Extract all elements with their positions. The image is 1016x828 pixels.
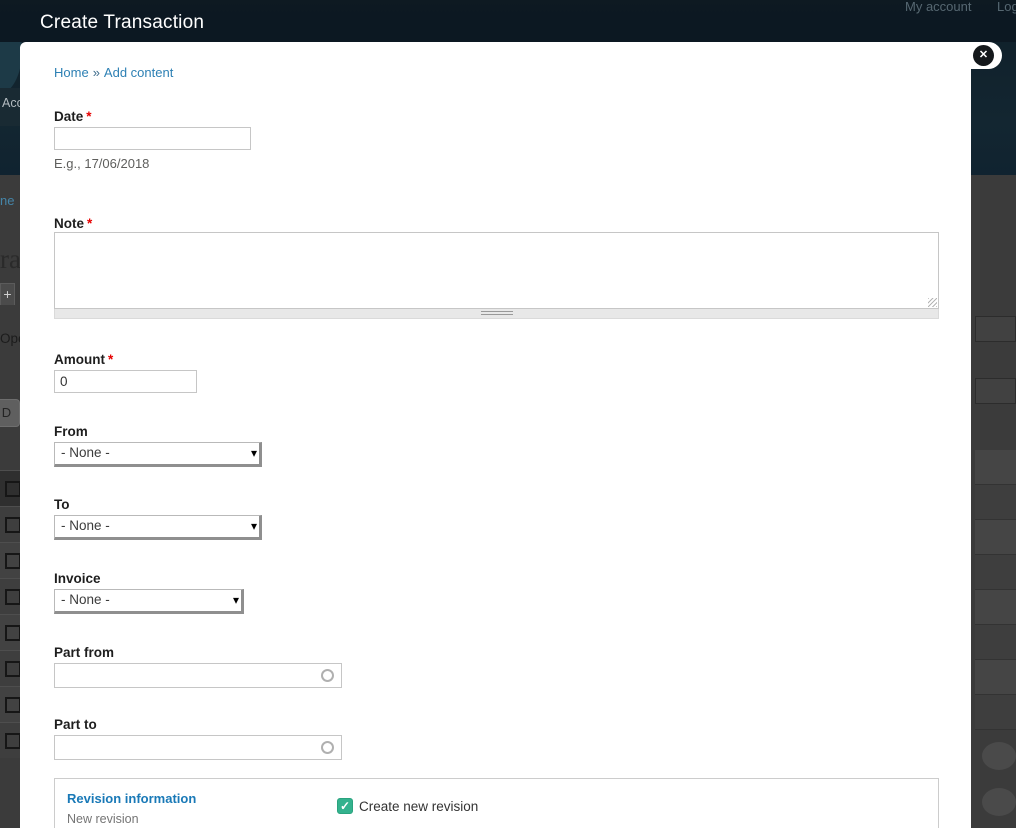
background-table-right [975,450,1016,730]
vertical-tab-revision-information[interactable]: Revision information New revision [67,790,196,826]
background-add-tab-fragment: + [0,283,15,305]
table-row [0,578,21,614]
autocomplete-throbber-icon [321,741,334,754]
background-button-fragment: D [0,399,20,427]
breadcrumb-add-content-link[interactable]: Add content [104,65,173,80]
table-row [0,722,21,758]
to-select[interactable]: - None - ▾ [54,515,262,540]
invoice-select-value: - None - [61,592,110,607]
log-out-link[interactable]: Log [997,0,1016,14]
table-row [0,650,21,686]
close-icon[interactable]: ✕ [973,45,994,66]
background-title-fragment: ra [0,244,21,274]
to-select-value: - None - [61,518,110,533]
breadcrumb-home-link[interactable]: Home [54,65,89,80]
required-marker: * [108,352,114,367]
create-transaction-modal: Home» Add content Date * E.g., 17/06/2018 … [20,42,971,828]
required-marker: * [87,216,93,231]
breadcrumb: Home» Add content [54,65,173,80]
note-textarea[interactable] [54,232,939,309]
invoice-select[interactable]: - None - ▾ [54,589,244,614]
chevron-down-icon: ▾ [232,593,239,607]
overlay-title-bar: My account Log Create Transaction [0,0,1016,42]
background-input-fragment [975,316,1016,342]
create-new-revision-checkbox[interactable]: ✓ [337,798,353,814]
table-row [975,625,1016,660]
table-row [0,686,21,722]
amount-input[interactable] [54,370,197,393]
create-new-revision-label[interactable]: Create new revision [359,799,478,814]
background-input-fragment [975,378,1016,404]
revision-tab-link[interactable]: Revision information [67,791,196,806]
chevron-down-icon: ▾ [250,446,257,460]
page-title: Create Transaction [40,12,205,33]
background-button-pill [982,788,1016,816]
part-from-field [54,663,342,688]
part-to-input[interactable] [55,736,323,759]
table-row [975,555,1016,590]
required-marker: * [86,109,92,124]
background-breadcrumb-fragment: ne [0,193,15,208]
part-from-label: Part from [54,645,115,660]
revision-tab-summary: New revision [67,812,139,826]
background-table-left [0,470,21,758]
from-label: From [54,424,88,439]
part-to-field [54,735,342,760]
modal-close-tab: ✕ [930,42,1002,69]
from-select[interactable]: - None - ▾ [54,442,262,467]
date-label: Date * [54,109,92,124]
table-row [975,450,1016,485]
revision-fieldset: Revision information New revision ✓ Crea… [54,778,939,828]
table-row [0,470,21,506]
textarea-grippie-handle[interactable] [54,309,939,319]
table-row [975,590,1016,625]
date-input[interactable] [54,127,251,150]
table-row [0,506,21,542]
invoice-label: Invoice [54,571,101,586]
note-label: Note * [54,216,93,231]
part-to-label: Part to [54,717,97,732]
to-label: To [54,497,70,512]
amount-label: Amount * [54,352,114,367]
part-from-input[interactable] [55,664,323,687]
date-format-hint: E.g., 17/06/2018 [54,156,150,171]
from-select-value: - None - [61,445,110,460]
table-row [975,695,1016,730]
my-account-link[interactable]: My account [905,0,971,14]
chevron-down-icon: ▾ [250,519,257,533]
autocomplete-throbber-icon [321,669,334,682]
table-row [975,660,1016,695]
resize-handle-icon [928,298,937,307]
table-row [975,520,1016,555]
breadcrumb-separator: » [92,65,100,80]
table-row [975,485,1016,520]
table-row [0,542,21,578]
background-button-pill [982,742,1016,770]
table-row [0,614,21,650]
